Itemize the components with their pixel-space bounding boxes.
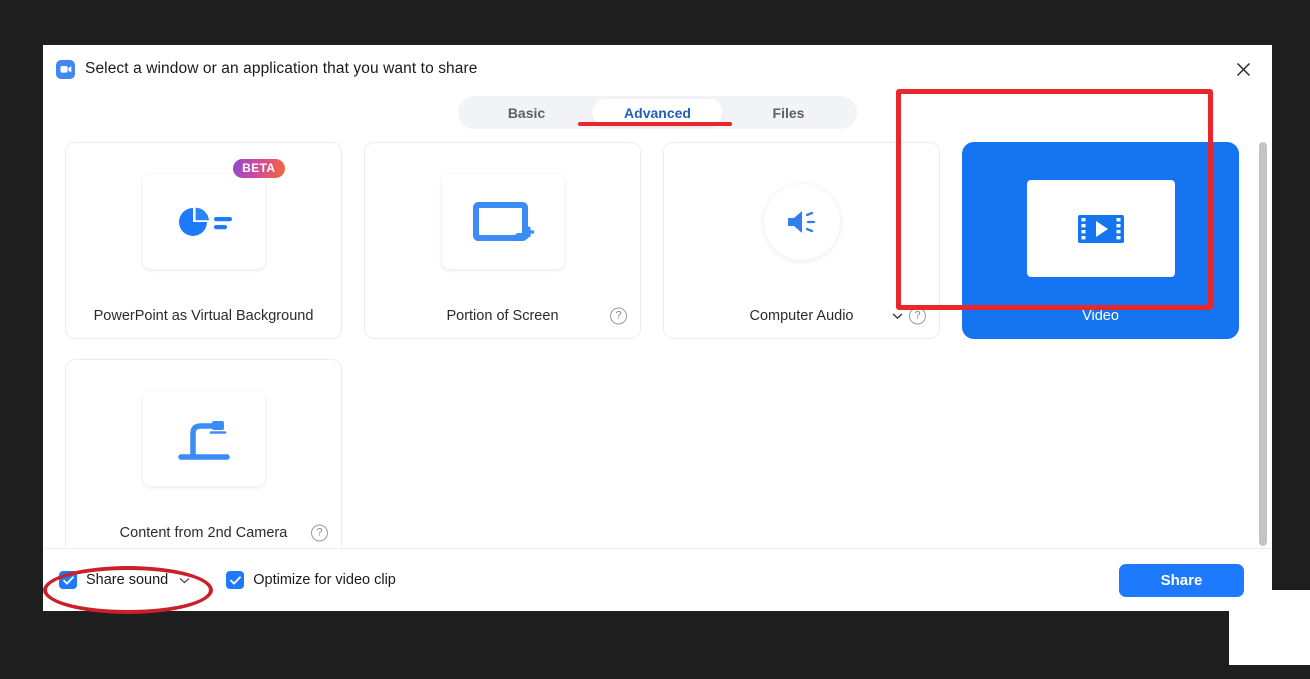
card-label: PowerPoint as Virtual Background <box>93 308 314 324</box>
share-sound-checkbox[interactable] <box>59 571 77 589</box>
share-sources-panel: BETA PowerPoint as Virtual Background Po… <box>43 135 1272 548</box>
share-option-content-2nd-camera[interactable]: Content from 2nd Camera ? <box>65 359 342 548</box>
content-scrollbar-thumb[interactable] <box>1259 142 1267 546</box>
pie-chart-icon <box>178 207 232 236</box>
tab-basic[interactable]: Basic <box>461 99 592 126</box>
share-sound-checkbox-group[interactable]: Share sound <box>59 571 190 589</box>
card-thumbnail <box>741 174 863 269</box>
optimize-video-checkbox[interactable] <box>226 571 245 589</box>
card-footer: Video <box>963 294 1238 338</box>
card-thumbnail <box>441 174 564 269</box>
chevron-down-icon[interactable] <box>892 313 903 320</box>
annotation-underline-advanced-tab <box>578 122 732 126</box>
dialog-footer: Share sound Optimize for video clip Shar… <box>43 548 1272 611</box>
optimize-video-checkbox-group[interactable]: Optimize for video clip <box>226 571 396 589</box>
card-footer: PowerPoint as Virtual Background <box>66 294 341 338</box>
content-scrollbar-track[interactable] <box>1259 142 1267 546</box>
card-label: Portion of Screen <box>446 308 559 324</box>
dialog-titlebar: Select a window or an application that y… <box>43 45 1272 93</box>
beta-badge: BETA <box>233 159 285 178</box>
film-play-icon <box>1077 214 1124 243</box>
share-sound-chevron-down-icon[interactable] <box>179 577 190 584</box>
tabbar-container: Basic Advanced Files <box>43 93 1272 135</box>
screen-region-plus-icon <box>472 201 534 241</box>
share-option-powerpoint-virtual-background[interactable]: BETA PowerPoint as Virtual Background <box>65 142 342 339</box>
card-thumbnail <box>142 391 265 486</box>
card-label: Computer Audio <box>749 308 854 324</box>
card-footer: Portion of Screen ? <box>365 294 640 338</box>
close-icon[interactable] <box>1228 54 1258 84</box>
help-icon[interactable]: ? <box>311 524 328 542</box>
share-sources-grid: BETA PowerPoint as Virtual Background Po… <box>43 142 1272 548</box>
card-footer: Computer Audio ? <box>664 294 939 338</box>
card-label: Video <box>1082 308 1119 324</box>
card-footer: Content from 2nd Camera ? <box>66 511 341 548</box>
zoom-video-logo-icon <box>56 59 75 79</box>
tab-files[interactable]: Files <box>723 99 854 126</box>
help-icon[interactable]: ? <box>610 307 627 325</box>
card-thumbnail: BETA <box>142 159 285 269</box>
share-button[interactable]: Share <box>1119 563 1244 597</box>
help-icon[interactable]: ? <box>909 307 926 325</box>
card-label: Content from 2nd Camera <box>119 525 288 541</box>
document-camera-icon <box>177 420 230 460</box>
share-sound-label: Share sound <box>86 572 169 588</box>
audio-icon-circle <box>763 183 840 260</box>
card-thumbnail <box>1026 180 1175 277</box>
share-option-computer-audio[interactable]: Computer Audio ? <box>663 142 940 339</box>
page-title: Select a window or an application that y… <box>85 60 478 77</box>
share-option-video[interactable]: Video <box>962 142 1239 339</box>
speaker-icon <box>787 210 815 233</box>
share-screen-dialog: Select a window or an application that y… <box>43 45 1272 611</box>
optimize-video-label: Optimize for video clip <box>253 572 396 588</box>
share-option-portion-of-screen[interactable]: Portion of Screen ? <box>364 142 641 339</box>
